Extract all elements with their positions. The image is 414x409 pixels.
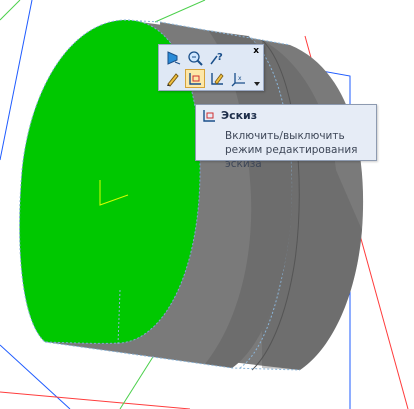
normal-to-icon xyxy=(167,51,181,65)
plane-outline-green xyxy=(0,0,21,21)
sketch-button[interactable] xyxy=(185,69,205,88)
context-toolbar[interactable]: x ? x xyxy=(158,44,264,91)
tooltip-title: Эскиз xyxy=(221,109,258,122)
model-viewport[interactable]: x ? x Эскиз Включить/выключить режим ред… xyxy=(0,0,414,409)
coordinate-system-icon: x xyxy=(231,73,245,87)
pencil-icon xyxy=(167,73,179,87)
zoom-to-fit-button[interactable] xyxy=(185,48,205,67)
pencil-button[interactable] xyxy=(163,69,183,88)
edit-sketch-button[interactable] xyxy=(207,69,227,88)
svg-text:?: ? xyxy=(217,52,223,63)
close-icon[interactable]: x xyxy=(253,46,259,56)
normal-to-button[interactable] xyxy=(163,48,183,67)
svg-text:x: x xyxy=(238,75,242,82)
zoom-to-fit-icon xyxy=(188,51,203,66)
chevron-down-icon[interactable] xyxy=(254,81,260,87)
tooltip: Эскиз Включить/выключить режим редактиро… xyxy=(195,104,377,170)
plane-outline-blue-3 xyxy=(0,344,71,409)
coordinate-system-button[interactable]: x xyxy=(229,69,249,88)
plane-outline-red-3 xyxy=(0,391,191,409)
plane-outline-blue xyxy=(0,0,33,161)
plane-outline-green-2 xyxy=(154,0,206,23)
sketch-icon xyxy=(189,73,201,85)
edit-sketch-icon xyxy=(211,73,224,85)
help-query-button[interactable]: ? xyxy=(207,48,227,67)
tooltip-description: Включить/выключить режим редактирования … xyxy=(225,130,358,170)
sketch-icon xyxy=(203,110,215,122)
help-query-icon: ? xyxy=(210,52,223,65)
